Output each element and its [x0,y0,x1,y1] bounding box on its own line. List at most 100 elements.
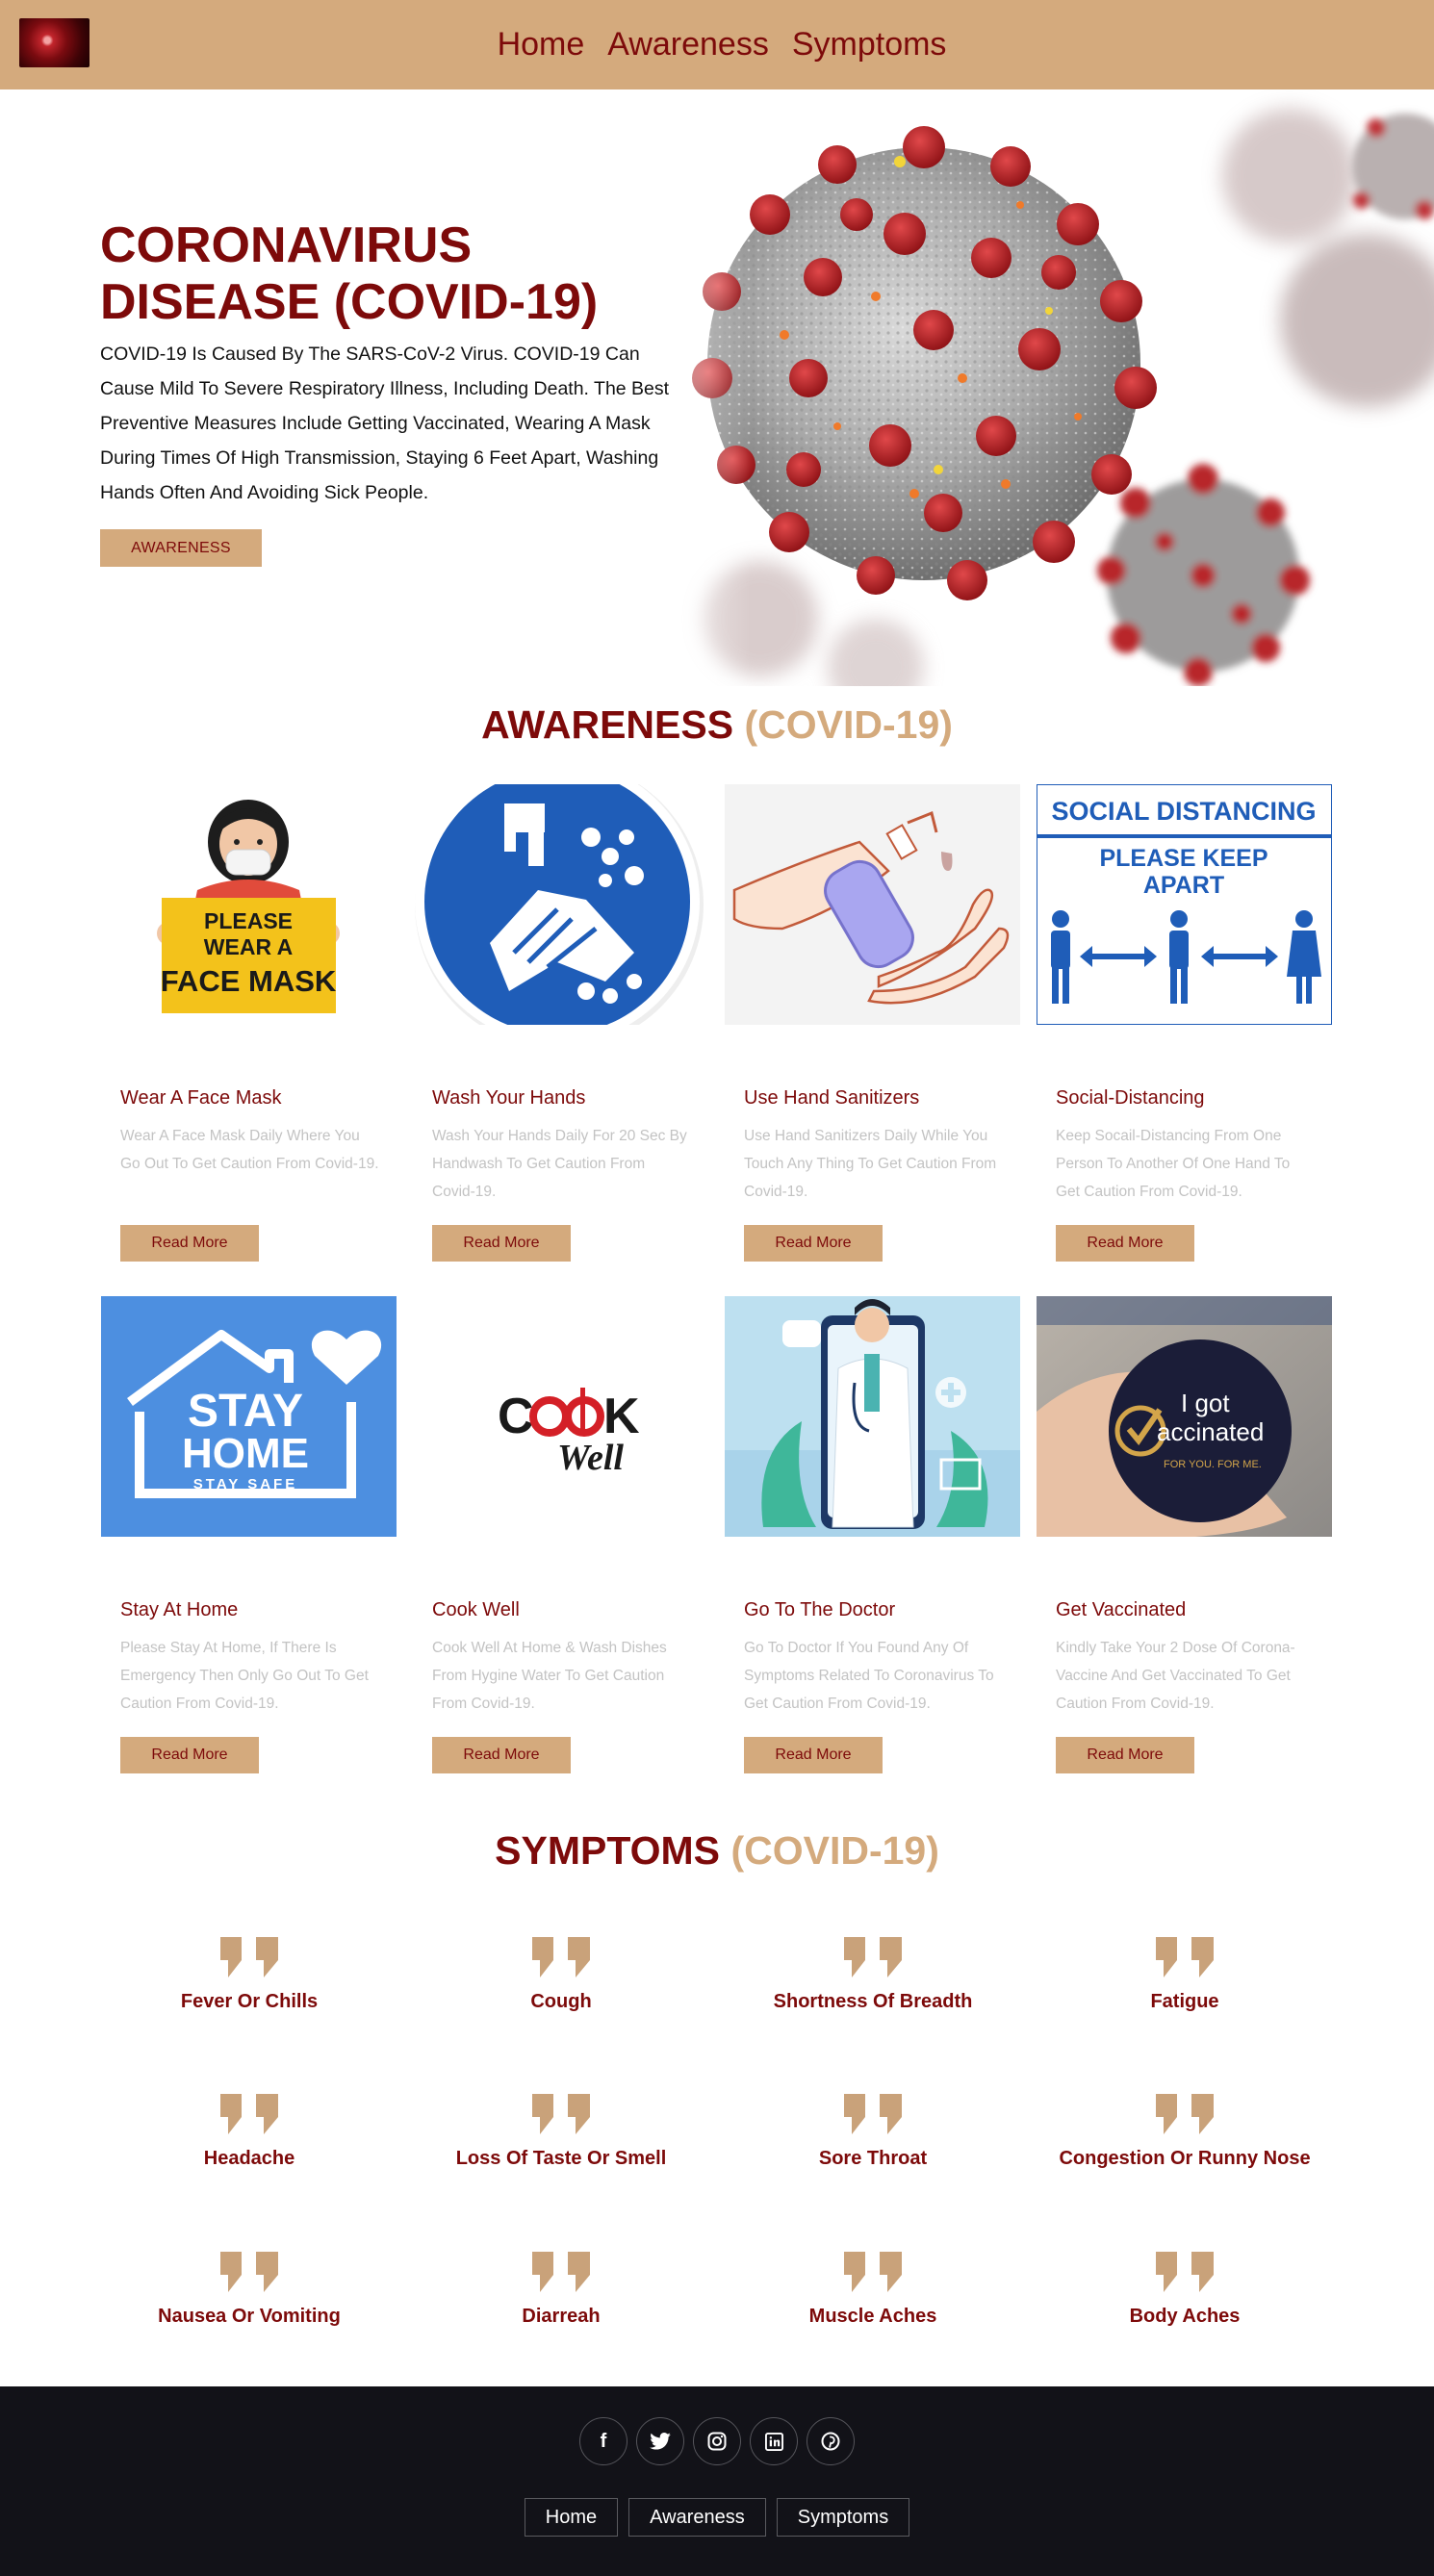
symptom-label: Shortness Of Breadth [773,1991,973,2012]
face-mask-image: PLEASE WEAR A FACE MASK [101,784,397,1025]
symptom-label: Congestion Or Runny Nose [1059,2148,1311,2169]
nav-links: Home Awareness Symptoms [0,0,1434,89]
instagram-icon[interactable] [693,2417,741,2465]
read-more-button[interactable]: Read More [120,1225,259,1262]
awareness-section-title: AWARENESS (COVID-19) [0,702,1434,748]
social-links: f [0,2417,1434,2465]
symptom-item: Loss Of Taste Or Smell [405,2094,717,2170]
cook-well-image: C K Well [413,1296,708,1537]
stay-home-line-2: HOME [182,1430,309,1477]
read-more-button[interactable]: Read More [432,1737,571,1773]
card-title: Use Hand Sanitizers [744,1087,920,1109]
symptom-label: Fatigue [1150,1991,1219,2012]
social-distancing-line-2: APART [1143,872,1224,899]
pinterest-icon[interactable] [807,2417,855,2465]
footer-link-symptoms[interactable]: Symptoms [776,2498,910,2537]
vaccinated-line-2: accinated [1157,1417,1264,1446]
cook-well-letter-c: C [498,1389,534,1444]
quote-icon [1156,2252,1214,2292]
nav-link-symptoms[interactable]: Symptoms [792,26,947,64]
card-title: Stay At Home [120,1599,239,1620]
symptom-label: Nausea Or Vomiting [158,2306,341,2327]
card-title: Wash Your Hands [432,1087,586,1109]
symptom-item: Fever Or Chills [93,1937,405,2013]
quote-icon [844,2252,902,2292]
face-mask-sign-line-3: FACE MASK [161,964,337,998]
pinterest-glyph-icon [821,2432,840,2451]
card-text: Go To Doctor If You Found Any Of Symptom… [744,1640,994,1712]
card-text: Wear A Face Mask Daily Where You Go Out … [120,1128,379,1172]
hero-section: CORONAVIRUS DISEASE (COVID-19) COVID-19 … [0,89,1434,686]
card-text: Keep Socail-Distancing From One Person T… [1056,1128,1291,1200]
social-distancing-heading: SOCIAL DISTANCING [1051,797,1316,826]
wash-hands-image [413,784,708,1025]
quote-icon [844,1937,902,1977]
footer-link-home[interactable]: Home [524,2498,619,2537]
facebook-icon[interactable]: f [579,2417,627,2465]
symptoms-title-main: SYMPTOMS [495,1828,721,1873]
awareness-title-accent: (COVID-19) [744,702,953,747]
symptoms-section-title: SYMPTOMS (COVID-19) [0,1828,1434,1874]
hero-description: COVID-19 Is Caused By The SARS-CoV-2 Vir… [100,344,670,503]
symptom-item: Body Aches [1029,2252,1341,2328]
social-distancing-image: SOCIAL DISTANCING PLEASE KEEP APART [1037,784,1332,1025]
symptom-label: Headache [203,2148,295,2169]
read-more-button[interactable]: Read More [1056,1225,1194,1262]
quote-icon [220,1937,278,1977]
quote-icon [532,2094,590,2134]
quote-icon [1156,2094,1214,2134]
symptom-label: Loss Of Taste Or Smell [455,2148,667,2169]
card-text: Use Hand Sanitizers Daily While You Touc… [744,1128,997,1200]
symptom-label: Muscle Aches [808,2306,937,2327]
read-more-button[interactable]: Read More [120,1737,259,1773]
read-more-button[interactable]: Read More [744,1737,883,1773]
footer-link-awareness[interactable]: Awareness [628,2498,766,2537]
symptom-item: Congestion Or Runny Nose [1029,2094,1341,2170]
top-navbar: Home Awareness Symptoms [0,0,1434,89]
stay-home-image: STAY HOME STAY SAFE [101,1296,397,1537]
symptom-item: Muscle Aches [717,2252,1029,2328]
read-more-button[interactable]: Read More [744,1225,883,1262]
symptom-item: Sore Throat [717,2094,1029,2170]
doctor-image [725,1296,1020,1537]
symptom-label: Diarreah [522,2306,601,2327]
card-text: Please Stay At Home, If There Is Emergen… [120,1640,369,1712]
symptom-label: Body Aches [1129,2306,1241,2327]
quote-icon [532,2252,590,2292]
twitter-icon[interactable] [636,2417,684,2465]
site-footer: f Home Awareness Symptoms [0,2386,1434,2576]
symptom-label: Cough [530,1991,592,2012]
card-title: Get Vaccinated [1056,1599,1187,1620]
quote-icon [844,2094,902,2134]
read-more-button[interactable]: Read More [1056,1737,1194,1773]
nav-link-home[interactable]: Home [498,26,585,64]
vaccinated-line-3: FOR YOU. FOR ME. [1164,1459,1262,1470]
read-more-button[interactable]: Read More [432,1225,571,1262]
hand-sanitizer-image [725,784,1020,1025]
hero-title: CORONAVIRUS DISEASE (COVID-19) [100,217,599,330]
card-title: Cook Well [432,1599,520,1620]
card-text: Cook Well At Home & Wash Dishes From Hyg… [432,1640,667,1712]
awareness-button[interactable]: AWARENESS [100,529,262,567]
quote-icon [532,1937,590,1977]
symptom-item: Shortness Of Breadth [717,1937,1029,2013]
quote-icon [220,2094,278,2134]
symptom-item: Diarreah [405,2252,717,2328]
symptom-item: Headache [93,2094,405,2170]
quote-icon [1156,1937,1214,1977]
footer-links: Home Awareness Symptoms [0,2498,1434,2537]
symptom-item: Cough [405,1937,717,2013]
face-mask-sign-line-1: PLEASE [204,908,293,933]
cook-well-letter-k: K [603,1389,640,1444]
nav-link-awareness[interactable]: Awareness [607,26,769,64]
card-text: Kindly Take Your 2 Dose Of Corona-Vaccin… [1056,1640,1295,1712]
quote-icon [220,2252,278,2292]
twitter-bird-icon [650,2433,671,2450]
awareness-title-main: AWARENESS [481,702,734,747]
cook-well-word-well: Well [557,1438,624,1478]
vaccinated-line-1: I got [1181,1389,1230,1417]
card-title: Go To The Doctor [744,1599,896,1620]
symptom-label: Fever Or Chills [180,1991,319,2012]
linkedin-icon[interactable] [750,2417,798,2465]
card-title: Wear A Face Mask [120,1087,282,1109]
